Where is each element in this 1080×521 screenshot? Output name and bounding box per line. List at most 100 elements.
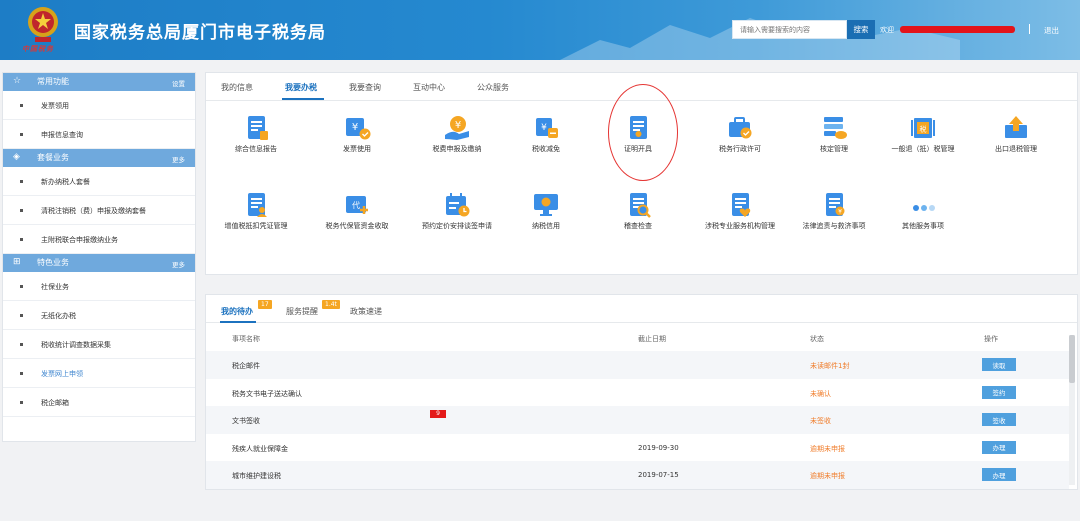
tax-emblem-icon bbox=[28, 7, 58, 42]
sidebar-item-paperless[interactable]: 无纸化办税 bbox=[3, 301, 195, 330]
todo-action-button[interactable]: 签约 bbox=[982, 385, 1016, 399]
search-button[interactable]: 搜索 bbox=[847, 20, 875, 39]
sidebar-item-new-taxpayer[interactable]: 新办纳税人套餐 bbox=[3, 167, 195, 196]
tab-my-info[interactable]: 我的信息 bbox=[221, 82, 253, 93]
service-tile[interactable]: 其他服务事项 bbox=[873, 190, 973, 240]
agency-icon bbox=[732, 193, 751, 217]
more-link[interactable]: 更多 bbox=[172, 259, 185, 269]
service-tile[interactable]: 增值税抵扣凭证管理 bbox=[206, 190, 306, 240]
todo-item-name: 城市维护建设税 bbox=[232, 472, 281, 480]
section-header-packages[interactable]: ◈ 套餐业务 更多 bbox=[3, 149, 195, 167]
sidebar-item-label: 申报信息查询 bbox=[41, 131, 83, 139]
service-tile[interactable]: 稽查检查 bbox=[588, 190, 688, 240]
table-row: 残疾人就业保障金 2019-09-30 逾期未申报 办理 bbox=[206, 434, 1069, 462]
service-tile[interactable]: ¥ 法律追责与救济事项 bbox=[784, 190, 884, 240]
refund-icon: 税 bbox=[911, 118, 935, 138]
tab-policy-express[interactable]: 政策速递 bbox=[350, 306, 382, 317]
search-input[interactable] bbox=[732, 20, 847, 39]
todo-action-button[interactable]: 办理 bbox=[982, 440, 1016, 454]
scrollbar-thumb[interactable] bbox=[1069, 335, 1075, 383]
sidebar-item-label: 税企邮箱 bbox=[41, 399, 69, 407]
todo-status: 未确认 bbox=[810, 389, 831, 398]
svg-text:¥: ¥ bbox=[838, 209, 842, 216]
sidebar-item-joint-declaration[interactable]: 主附税联合申报缴纳业务 bbox=[3, 225, 195, 254]
sidebar-item-invoice-receive[interactable]: 发票领用 bbox=[3, 91, 195, 120]
bullet-icon bbox=[20, 209, 23, 212]
svg-text:税: 税 bbox=[920, 125, 927, 134]
todo-item-name: 税企邮件 bbox=[232, 362, 260, 370]
service-panel: 我的信息 我要办税 我要查询 互动中心 公众服务 综合信息报告 ¥ 发票使用 ¥ 税费申… bbox=[205, 72, 1078, 275]
service-tile[interactable]: 出口退税管理 bbox=[966, 113, 1066, 163]
todo-deadline: 2019-07-15 bbox=[638, 471, 679, 479]
grid-icon: ⊞ bbox=[13, 257, 21, 267]
table-row: 文书签收 未签收 签收 9 bbox=[206, 406, 1069, 434]
sidebar-item-label: 社保业务 bbox=[41, 283, 69, 291]
svg-text:代: 代 bbox=[352, 200, 360, 210]
service-tile[interactable]: ¥ 发票使用 bbox=[307, 113, 407, 163]
section-header-special[interactable]: ⊞ 特色业务 更多 bbox=[3, 254, 195, 272]
todo-item-name: 残疾人就业保障金 bbox=[232, 444, 288, 453]
service-tile[interactable]: 预约定价安排谈签申请 bbox=[407, 190, 507, 240]
tab-service-reminders[interactable]: 服务提醒 bbox=[286, 306, 318, 317]
todo-tabs: 我的待办 17 服务提醒 1.4t 政策速递 bbox=[206, 295, 1077, 323]
settings-link[interactable]: 设置 bbox=[172, 78, 185, 88]
active-tab-underline bbox=[220, 321, 256, 323]
bullet-icon bbox=[20, 238, 23, 241]
tab-my-todo[interactable]: 我的待办 bbox=[221, 306, 253, 317]
report-icon bbox=[248, 116, 268, 140]
active-tab-underline bbox=[282, 98, 324, 100]
sidebar-item-label: 新办纳税人套餐 bbox=[41, 178, 90, 186]
service-tile[interactable]: 综合信息报告 bbox=[206, 113, 306, 163]
logout-link[interactable]: 退出 bbox=[1044, 25, 1059, 36]
sidebar-item-label: 发票领用 bbox=[41, 102, 69, 110]
tab-query[interactable]: 我要查询 bbox=[349, 82, 381, 93]
credit-icon bbox=[534, 194, 558, 216]
more-link[interactable]: 更多 bbox=[172, 154, 185, 164]
service-tile[interactable]: ¥ 税收减免 bbox=[496, 113, 596, 163]
welcome-text: 欢迎 bbox=[880, 26, 894, 34]
tax-reduction-icon: ¥ bbox=[536, 118, 558, 138]
sidebar-item-deregistration[interactable]: 清税注销税（费）申报及缴纳套餐 bbox=[3, 196, 195, 225]
service-tile[interactable]: 涉税专业服务机构管理 bbox=[690, 190, 790, 240]
sidebar-item-mailbox[interactable]: 税企邮箱 bbox=[3, 388, 195, 417]
export-refund-icon bbox=[1005, 116, 1027, 138]
table-scrollbar[interactable] bbox=[1069, 335, 1075, 485]
sidebar-item-label: 发票网上申领 bbox=[41, 370, 83, 378]
column-header-name: 事项名称 bbox=[232, 335, 260, 343]
svg-text:¥: ¥ bbox=[352, 122, 358, 133]
sidebar-item-online-invoice[interactable]: 发票网上申领 bbox=[3, 359, 195, 388]
todo-status: 未签收 bbox=[810, 417, 831, 425]
reminder-count-badge: 1.4t bbox=[322, 300, 340, 309]
tab-public-services[interactable]: 公众服务 bbox=[477, 82, 509, 93]
emblem-caption: 中国税务 bbox=[22, 44, 54, 53]
section-title: 常用功能 bbox=[37, 77, 69, 86]
bullet-icon bbox=[20, 372, 23, 375]
service-tile[interactable]: 税务行政许可 bbox=[690, 113, 790, 163]
sidebar-item-label: 无纸化办税 bbox=[41, 312, 76, 320]
service-tile[interactable]: 代税务代保管资金收取 bbox=[307, 190, 407, 240]
site-header: 中国税务 国家税务总局厦门市电子税务局 搜索 欢迎 退出 bbox=[0, 0, 1080, 60]
bullet-icon bbox=[20, 285, 23, 288]
service-tile[interactable]: 核定管理 bbox=[784, 113, 884, 163]
section-header-common[interactable]: ☆ 常用功能 设置 bbox=[3, 73, 195, 91]
bullet-icon bbox=[20, 343, 23, 346]
tab-interaction[interactable]: 互动中心 bbox=[413, 82, 445, 93]
todo-action-button[interactable]: 签收 bbox=[982, 413, 1016, 426]
todo-deadline: 2019-09-30 bbox=[638, 443, 679, 452]
service-tile[interactable]: ¥ 税费申报及缴纳 bbox=[407, 113, 507, 163]
service-tile[interactable]: 税一般退（抵）税管理 bbox=[873, 113, 973, 163]
todo-action-button[interactable]: 读取 bbox=[982, 358, 1016, 371]
todo-action-button[interactable]: 办理 bbox=[982, 468, 1016, 481]
todo-status: 逾期未申报 bbox=[810, 444, 845, 453]
todo-status: 逾期未申报 bbox=[810, 472, 845, 480]
header-divider bbox=[1029, 24, 1030, 34]
tab-tax-services[interactable]: 我要办税 bbox=[285, 82, 317, 93]
sidebar-item-declaration-query[interactable]: 申报信息查询 bbox=[3, 120, 195, 149]
sidebar-item-statistics[interactable]: 税收统计调查数据采集 bbox=[3, 330, 195, 359]
stack-icon: ◈ bbox=[13, 152, 20, 162]
bullet-icon bbox=[20, 180, 23, 183]
service-tile[interactable]: 纳税信用 bbox=[496, 190, 596, 240]
tax-filing-icon: ¥ bbox=[445, 116, 469, 140]
sidebar-item-social-security[interactable]: 社保业务 bbox=[3, 272, 195, 301]
todo-item-name: 税务文书电子送达确认 bbox=[232, 389, 302, 398]
